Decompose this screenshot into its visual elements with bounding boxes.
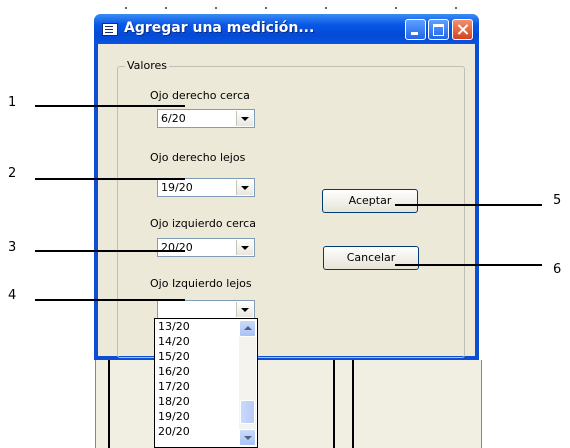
right-eye-near-combo[interactable]: 6/20 (157, 109, 255, 128)
close-button[interactable] (452, 19, 473, 40)
dropdown-list[interactable]: 13/20 14/20 15/20 16/20 17/20 18/20 19/2… (154, 318, 258, 448)
callout-number: 6 (553, 262, 562, 277)
right-eye-far-label: Ojo derecho lejos (150, 151, 246, 164)
window-title: Agregar una medición... (124, 20, 315, 36)
chevron-down-icon[interactable] (236, 302, 253, 317)
combo-value: 20/20 (161, 241, 193, 254)
list-scrollbar[interactable] (239, 320, 256, 446)
callout-line (35, 178, 185, 180)
list-item[interactable]: 15/20 (158, 351, 190, 363)
list-item[interactable]: 16/20 (158, 366, 190, 378)
callout-number: 3 (8, 240, 17, 255)
maximize-button[interactable] (428, 19, 449, 40)
left-eye-far-label: Ojo Izquierdo lejos (150, 277, 252, 290)
callout-line (35, 250, 185, 252)
dialog-client-area: Valores Ojo derecho cerca 6/20 Ojo derec… (98, 44, 475, 358)
groupbox-label: Valores (125, 59, 169, 72)
chevron-down-icon[interactable] (236, 180, 253, 195)
background-page-strip (95, 0, 495, 14)
list-item[interactable]: 20/20 (158, 426, 190, 438)
list-item[interactable]: 18/20 (158, 396, 190, 408)
scroll-up-icon[interactable] (239, 320, 256, 337)
callout-number: 5 (553, 193, 562, 208)
accept-button[interactable]: Aceptar (322, 189, 418, 213)
callout-number: 2 (8, 166, 17, 181)
chevron-down-icon[interactable] (236, 240, 253, 255)
left-eye-near-combo[interactable]: 20/20 (157, 238, 255, 257)
scroll-down-icon[interactable] (239, 429, 256, 446)
combo-value: 6/20 (161, 112, 186, 125)
background-line (352, 360, 354, 448)
dialog-window: Agregar una medición... Valores Ojo dere… (94, 14, 479, 360)
background-line (333, 360, 335, 448)
callout-line (395, 204, 542, 206)
list-item[interactable]: 13/20 (158, 321, 190, 333)
right-eye-far-combo[interactable]: 19/20 (157, 178, 255, 197)
scroll-thumb[interactable] (240, 400, 255, 424)
callout-line (395, 264, 542, 266)
cancel-button[interactable]: Cancelar (323, 246, 419, 270)
callout-line (35, 105, 185, 107)
list-item[interactable]: 19/20 (158, 411, 190, 423)
callout-number: 4 (8, 288, 17, 303)
title-bar[interactable]: Agregar una medición... (94, 14, 479, 44)
list-item[interactable]: 17/20 (158, 381, 190, 393)
callout-number: 1 (8, 95, 17, 110)
callout-line (35, 299, 185, 301)
combo-value: 19/20 (161, 181, 193, 194)
left-eye-far-combo[interactable] (157, 300, 255, 319)
right-eye-near-label: Ojo derecho cerca (150, 89, 250, 102)
left-eye-near-label: Ojo izquierdo cerca (150, 217, 256, 230)
minimize-button[interactable] (405, 19, 426, 40)
chevron-down-icon[interactable] (236, 111, 253, 126)
window-icon (102, 23, 118, 36)
background-line (108, 360, 110, 448)
list-item[interactable]: 14/20 (158, 336, 190, 348)
